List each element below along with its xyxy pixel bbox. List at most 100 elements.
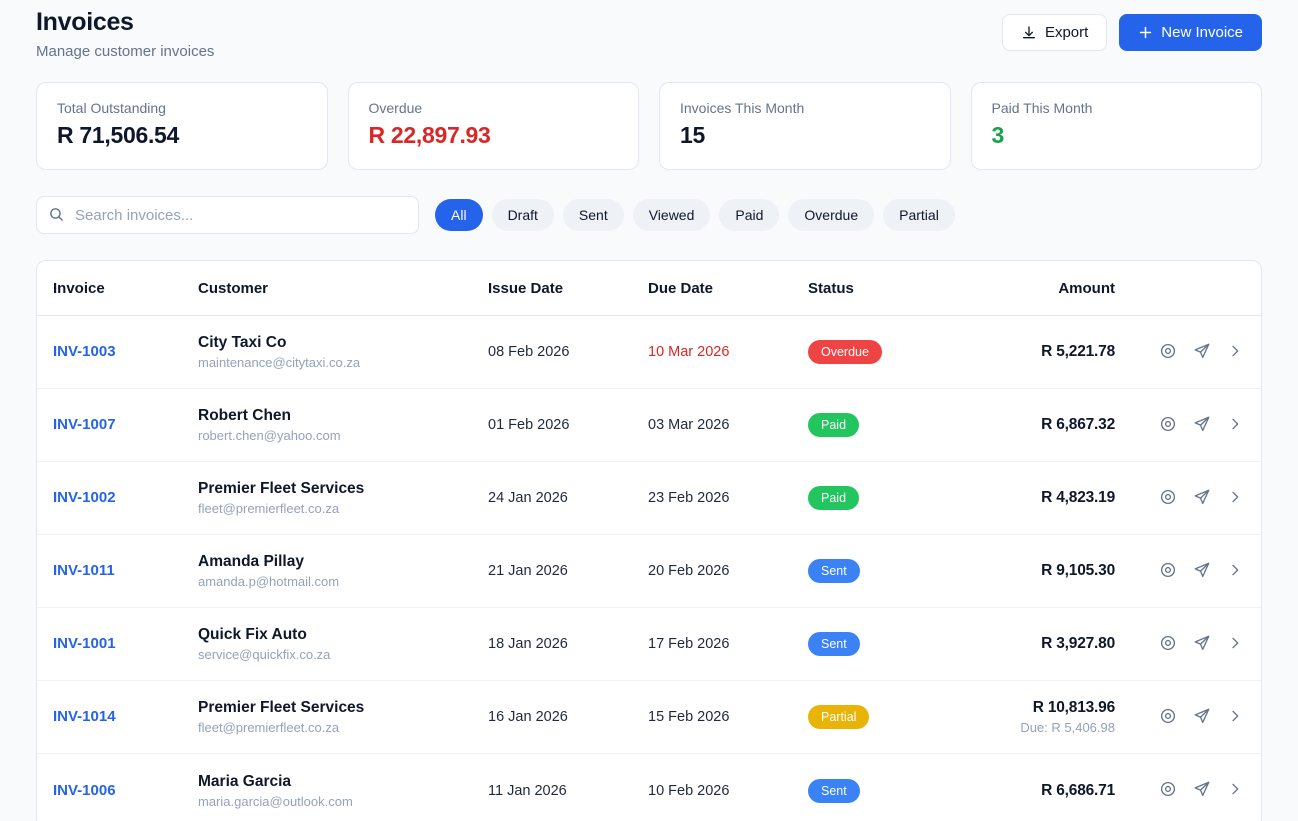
issue-date-cell: 18 Jan 2026: [488, 635, 648, 653]
header-actions: Export New Invoice: [1002, 8, 1262, 51]
amount-cell: R 5,221.78: [958, 343, 1133, 361]
send-invoice-button[interactable]: [1191, 413, 1213, 438]
customer-name: Robert Chen: [198, 407, 488, 425]
send-invoice-button[interactable]: [1191, 632, 1213, 657]
table-row[interactable]: INV-1001 Quick Fix Auto service@quickfix…: [37, 608, 1261, 681]
customer-email: amanda.p@hotmail.com: [198, 574, 488, 589]
customer-cell: Robert Chen robert.chen@yahoo.com: [198, 407, 488, 443]
issue-date: 16 Jan 2026: [488, 709, 568, 725]
send-invoice-button[interactable]: [1191, 486, 1213, 511]
stats-row: Total Outstanding R 71,506.54 Overdue R …: [36, 82, 1262, 170]
due-date-cell: 15 Feb 2026: [648, 708, 808, 726]
invoice-number-cell: INV-1003: [53, 343, 198, 361]
due-date: 10 Mar 2026: [648, 344, 729, 360]
status-badge: Paid: [808, 486, 859, 510]
filter-pill-viewed[interactable]: Viewed: [633, 199, 711, 231]
send-invoice-button[interactable]: [1191, 778, 1213, 803]
view-invoice-button[interactable]: [1157, 632, 1179, 657]
stat-card-invoices-this-month: Invoices This Month 15: [659, 82, 951, 170]
send-icon: [1193, 707, 1211, 728]
filter-pill-draft[interactable]: Draft: [492, 199, 554, 231]
status-cell: Sent: [808, 779, 958, 803]
invoices-page: Invoices Manage customer invoices Export…: [0, 0, 1298, 821]
filter-pill-partial[interactable]: Partial: [883, 199, 955, 231]
chevron-right-icon: [1227, 635, 1243, 654]
stat-label: Overdue: [369, 100, 619, 116]
row-detail-button[interactable]: [1225, 706, 1245, 729]
filter-pill-sent[interactable]: Sent: [563, 199, 624, 231]
due-date: 10 Feb 2026: [648, 783, 729, 799]
row-detail-button[interactable]: [1225, 560, 1245, 583]
row-detail-button[interactable]: [1225, 341, 1245, 364]
view-invoice-button[interactable]: [1157, 559, 1179, 584]
row-detail-button[interactable]: [1225, 633, 1245, 656]
export-button[interactable]: Export: [1002, 14, 1107, 51]
issue-date-cell: 16 Jan 2026: [488, 708, 648, 726]
table-row[interactable]: INV-1002 Premier Fleet Services fleet@pr…: [37, 462, 1261, 535]
customer-cell: Premier Fleet Services fleet@premierflee…: [198, 480, 488, 516]
view-invoice-button[interactable]: [1157, 705, 1179, 730]
table-row[interactable]: INV-1006 Maria Garcia maria.garcia@outlo…: [37, 754, 1261, 821]
stat-label: Total Outstanding: [57, 100, 307, 116]
invoice-table-body: INV-1003 City Taxi Co maintenance@cityta…: [37, 316, 1261, 821]
header-issue-date: Issue Date: [488, 280, 648, 297]
invoice-number-link[interactable]: INV-1007: [53, 416, 116, 433]
row-detail-button[interactable]: [1225, 414, 1245, 437]
send-invoice-button[interactable]: [1191, 705, 1213, 730]
row-detail-button[interactable]: [1225, 779, 1245, 802]
table-row[interactable]: INV-1014 Premier Fleet Services fleet@pr…: [37, 681, 1261, 754]
invoice-table: Invoice Customer Issue Date Due Date Sta…: [36, 260, 1262, 821]
amount-cell: R 10,813.96 Due: R 5,406.98: [958, 699, 1133, 735]
customer-name: Maria Garcia: [198, 773, 488, 791]
invoice-number-link[interactable]: INV-1001: [53, 635, 116, 652]
customer-cell: Amanda Pillay amanda.p@hotmail.com: [198, 553, 488, 589]
send-icon: [1193, 634, 1211, 655]
filter-pill-overdue[interactable]: Overdue: [788, 199, 874, 231]
send-invoice-button[interactable]: [1191, 559, 1213, 584]
issue-date-cell: 24 Jan 2026: [488, 489, 648, 507]
send-icon: [1193, 488, 1211, 509]
due-date: 03 Mar 2026: [648, 417, 729, 433]
chevron-right-icon: [1227, 489, 1243, 508]
table-row[interactable]: INV-1011 Amanda Pillay amanda.p@hotmail.…: [37, 535, 1261, 608]
customer-cell: Maria Garcia maria.garcia@outlook.com: [198, 773, 488, 809]
new-invoice-button[interactable]: New Invoice: [1119, 14, 1262, 51]
filter-pill-all[interactable]: All: [435, 199, 483, 231]
row-actions: [1133, 559, 1245, 584]
amount-value: R 3,927.80: [958, 635, 1115, 653]
send-icon: [1193, 780, 1211, 801]
customer-cell: Premier Fleet Services fleet@premierflee…: [198, 699, 488, 735]
invoice-number-cell: INV-1007: [53, 416, 198, 434]
table-row[interactable]: INV-1007 Robert Chen robert.chen@yahoo.c…: [37, 389, 1261, 462]
search-input[interactable]: [36, 196, 419, 234]
send-invoice-button[interactable]: [1191, 340, 1213, 365]
amount-value: R 9,105.30: [958, 562, 1115, 580]
header-amount: Amount: [958, 280, 1133, 297]
invoice-number-link[interactable]: INV-1011: [53, 562, 115, 579]
stat-label: Invoices This Month: [680, 100, 930, 116]
issue-date-cell: 01 Feb 2026: [488, 416, 648, 434]
row-detail-button[interactable]: [1225, 487, 1245, 510]
filter-pill-paid[interactable]: Paid: [719, 199, 779, 231]
header-invoice: Invoice: [53, 280, 198, 297]
view-invoice-button[interactable]: [1157, 778, 1179, 803]
status-badge: Sent: [808, 559, 860, 583]
eye-icon: [1159, 780, 1177, 801]
invoice-number-link[interactable]: INV-1003: [53, 343, 116, 360]
invoice-number-cell: INV-1011: [53, 562, 198, 580]
view-invoice-button[interactable]: [1157, 413, 1179, 438]
invoice-number-link[interactable]: INV-1006: [53, 782, 116, 799]
status-cell: Sent: [808, 632, 958, 656]
customer-email: robert.chen@yahoo.com: [198, 428, 488, 443]
eye-icon: [1159, 634, 1177, 655]
status-cell: Overdue: [808, 340, 958, 364]
table-row[interactable]: INV-1003 City Taxi Co maintenance@cityta…: [37, 316, 1261, 389]
due-date: 15 Feb 2026: [648, 709, 729, 725]
invoice-number-link[interactable]: INV-1014: [53, 708, 116, 725]
amount-cell: R 4,823.19: [958, 489, 1133, 507]
view-invoice-button[interactable]: [1157, 340, 1179, 365]
view-invoice-button[interactable]: [1157, 486, 1179, 511]
amount-value: R 6,686.71: [958, 782, 1115, 800]
page-subtitle: Manage customer invoices: [36, 43, 214, 60]
invoice-number-link[interactable]: INV-1002: [53, 489, 116, 506]
